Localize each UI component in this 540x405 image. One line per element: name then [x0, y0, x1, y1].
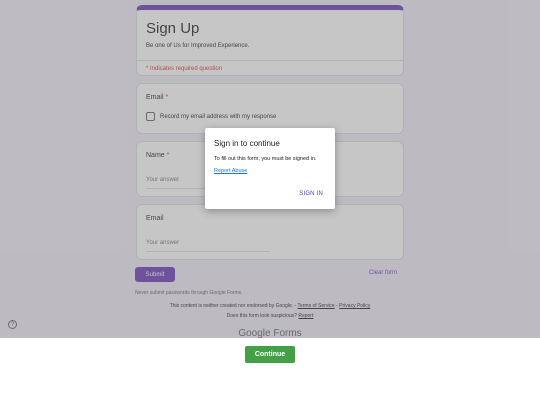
- dialog-title: Sign in to continue: [214, 139, 280, 148]
- dialog-body: To fill out this form, you must be signe…: [214, 156, 317, 162]
- continue-button[interactable]: Continue: [245, 346, 295, 363]
- sign-in-button[interactable]: SIGN IN: [299, 191, 323, 197]
- sign-in-dialog: Sign in to continue To fill out this for…: [205, 128, 335, 209]
- report-abuse-link[interactable]: Report Abuse: [214, 168, 247, 174]
